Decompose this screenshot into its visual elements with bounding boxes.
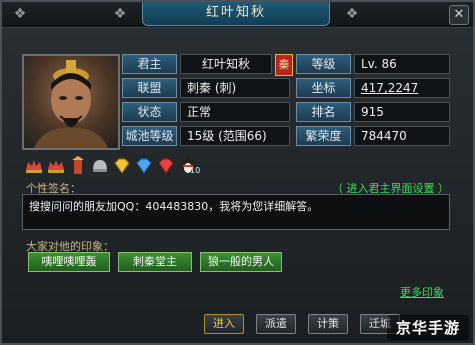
level-value: Lv. 86 [354,54,450,74]
nation-seal: 秦 [275,54,293,76]
status-label: 状态 [122,102,177,122]
blue-diamond-icon[interactable] [134,156,154,176]
close-button[interactable]: ✕ [449,5,469,25]
gold-diamond-icon[interactable] [112,156,132,176]
coordinate-label: 坐标 [296,78,351,98]
rank-value: 915 [354,102,450,122]
lord-label: 君主 [122,54,177,74]
info-row-status: 状态 正常 排名 915 [122,102,462,122]
alliance-label: 联盟 [122,78,177,98]
info-row-lord: 君主 红叶知秋 秦 等级 Lv. 86 [122,54,462,76]
title-bar: ❖ ❖ 红叶知秋 ❖ ✕ [2,2,473,28]
status-value: 正常 [180,102,290,122]
crown-badge-icon[interactable] [46,156,66,176]
ornament-icon: ❖ [345,6,359,22]
profile-window: ❖ ❖ 红叶知秋 ❖ ✕ 君主 红叶知秋 秦 等级 Lv. 86 联盟 刺秦 (… [0,0,475,345]
crown-badge-icon[interactable] [24,156,44,176]
coordinate-link[interactable]: 417,2247 [361,81,418,95]
info-row-city: 城池等级 15级 (范围66) 繁荣度 784470 [122,126,462,146]
prosperity-label: 繁荣度 [296,126,351,146]
level-label: 等级 [296,54,351,74]
red-diamond-icon[interactable] [156,156,176,176]
ornament-icon: ❖ [113,6,127,22]
city-level-label: 城池等级 [122,126,177,146]
more-impressions-link[interactable]: 更多印象 [400,284,444,300]
ornament-left-icon: ❖ [13,6,27,22]
lord-portrait [22,54,120,150]
lord-name-value: 红叶知秋 [180,54,272,74]
helmet-badge-icon[interactable] [90,156,110,176]
rank-label: 排名 [296,102,351,122]
enter-button[interactable]: 进入 [204,314,244,334]
city-level-value: 15级 (范围66) [180,126,290,146]
impression-tag[interactable]: 刺秦堂主 [118,252,192,272]
penguin-level-number: 10 [190,166,201,175]
coordinate-value[interactable]: 417,2247 [354,78,450,98]
info-row-alliance: 联盟 刺秦 (刺) 坐标 417,2247 [122,78,462,98]
alliance-value[interactable]: 刺秦 (刺) [180,78,290,98]
impression-tag[interactable]: 咦哩咦哩轰 [28,252,110,272]
prosperity-value: 784470 [354,126,450,146]
signature-text: 搜搜问问的朋友加QQ：404483830，我将为您详细解答。 [22,194,450,230]
tower-badge-icon[interactable] [68,156,88,176]
window-title: 红叶知秋 [142,2,330,26]
impression-tag[interactable]: 狼一般的男人 [200,252,282,272]
dispatch-button[interactable]: 派遣 [256,314,296,334]
strategy-button[interactable]: 计策 [308,314,348,334]
watermark-logo: 京华手游 [387,315,469,341]
